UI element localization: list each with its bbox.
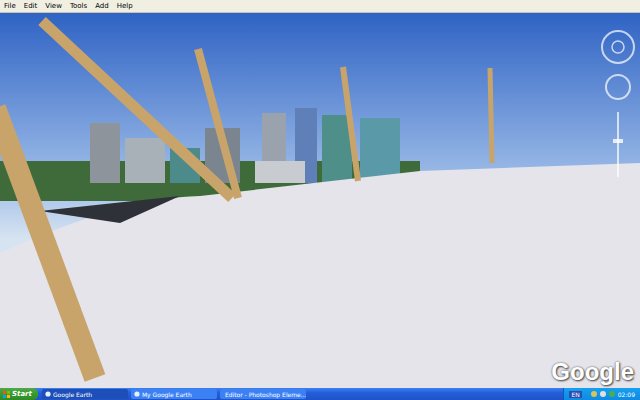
google-earth-window: FileEditViewToolsAddHelpGoogleStartGoogl… bbox=[0, 0, 640, 400]
google-watermark: Google bbox=[551, 358, 634, 386]
task-button[interactable]: My Google Earth bbox=[131, 389, 217, 399]
windows-logo-icon bbox=[3, 391, 10, 398]
app-icon bbox=[45, 391, 51, 397]
task-button[interactable]: Editor - Photoshop Eleme... bbox=[220, 389, 306, 399]
navigation-controls[interactable] bbox=[598, 27, 638, 187]
tray-app-icon[interactable] bbox=[591, 391, 597, 397]
task-button[interactable]: Google Earth bbox=[42, 389, 128, 399]
taskbar: StartGoogle EarthMy Google EarthEditor -… bbox=[0, 388, 640, 400]
language-indicator[interactable]: EN bbox=[569, 391, 581, 398]
3d-view[interactable]: Google bbox=[0, 13, 640, 388]
menu-item[interactable]: Add bbox=[95, 1, 109, 12]
clock: 02:09 bbox=[618, 391, 635, 398]
tray-app-icon[interactable] bbox=[609, 391, 615, 397]
scene-picture bbox=[0, 13, 640, 388]
menu-item[interactable]: Tools bbox=[70, 1, 87, 12]
menu-item[interactable]: View bbox=[45, 1, 62, 12]
menu-item[interactable]: File bbox=[4, 1, 16, 12]
menu-bar: File Edit View Tools Add Help bbox=[0, 0, 640, 13]
menu-item[interactable]: Help bbox=[117, 1, 133, 12]
app-icon bbox=[134, 391, 140, 397]
start-button[interactable]: Start bbox=[0, 388, 38, 400]
system-tray: EN 02:09 bbox=[563, 388, 640, 400]
tray-app-icon[interactable] bbox=[600, 391, 606, 397]
menu-item[interactable]: Edit bbox=[24, 1, 38, 12]
task-list: Google EarthMy Google EarthEditor - Phot… bbox=[38, 388, 564, 400]
